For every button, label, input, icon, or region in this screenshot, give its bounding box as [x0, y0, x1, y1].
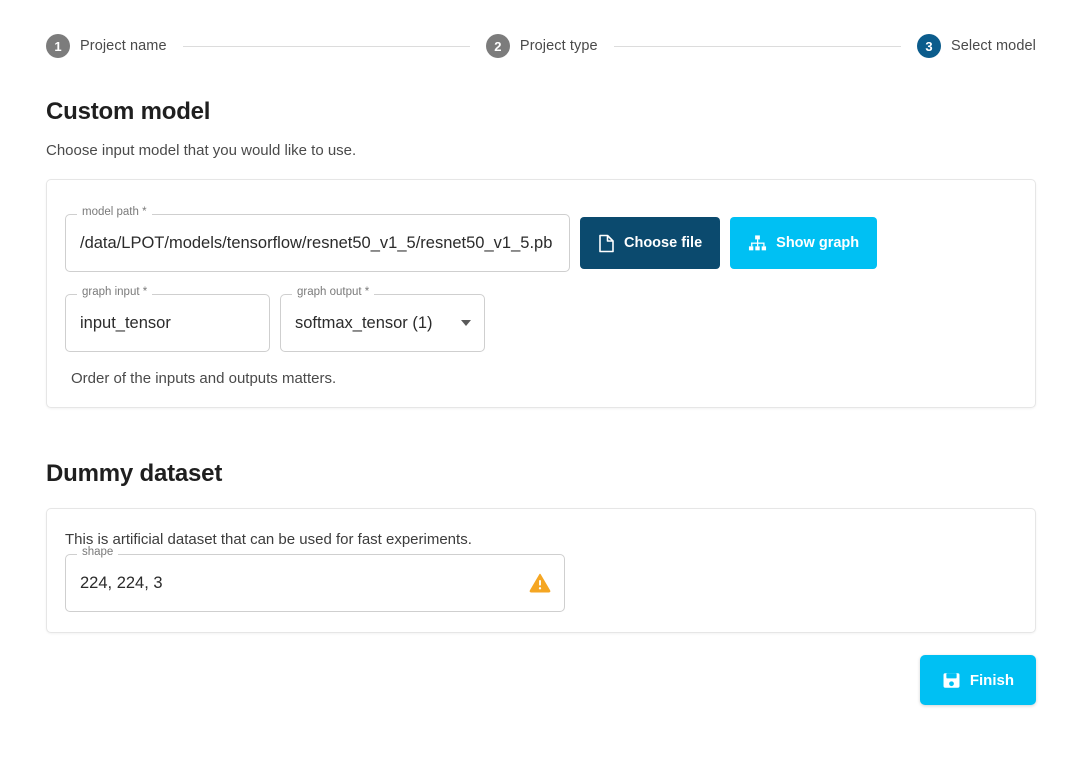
wizard-stepper: 1 Project name 2 Project type 3 Select m… — [0, 0, 1082, 58]
model-path-row: model path * /data/LPOT/models/tensorflo… — [65, 202, 1017, 272]
graph-input-field[interactable]: graph input * input_tensor — [65, 286, 270, 352]
choose-file-label: Choose file — [624, 235, 703, 251]
shape-row: shape 224, 224, 3 — [65, 546, 1017, 612]
account-tree-icon — [748, 234, 767, 253]
dummy-dataset-title: Dummy dataset — [46, 460, 223, 487]
chevron-down-icon[interactable] — [461, 320, 471, 326]
step-label: Project name — [80, 38, 167, 54]
graph-output-select[interactable]: graph output * softmax_tensor (1) — [280, 286, 485, 352]
model-path-value: /data/LPOT/models/tensorflow/resnet50_v1… — [80, 233, 553, 252]
step-number-badge: 3 — [916, 34, 941, 58]
warning-triangle-icon — [529, 572, 551, 594]
graph-io-row: graph input * input_tensor graph output … — [65, 286, 1017, 352]
wizard-footer: Finish — [0, 633, 1082, 705]
stepper-connector — [182, 45, 470, 47]
stepper-step-select-model[interactable]: 3 Select model — [916, 34, 1036, 58]
graph-output-value: softmax_tensor (1) — [295, 313, 433, 332]
step-label: Select model — [950, 38, 1036, 54]
step-number-badge: 2 — [485, 34, 510, 58]
custom-model-title: Custom model — [46, 98, 211, 125]
shape-label: shape — [77, 546, 119, 559]
show-graph-label: Show graph — [776, 235, 860, 251]
graph-input-value: input_tensor — [80, 313, 171, 332]
graph-io-helper-text: Order of the inputs and outputs matters. — [71, 370, 337, 387]
dummy-dataset-card: This is artificial dataset that can be u… — [46, 508, 1036, 633]
finish-label: Finish — [969, 671, 1014, 689]
finish-button[interactable]: Finish — [919, 655, 1036, 705]
stepper-step-project-type[interactable]: 2 Project type — [485, 34, 598, 58]
model-path-field[interactable]: model path * /data/LPOT/models/tensorflo… — [65, 206, 570, 272]
show-graph-button[interactable]: Show graph — [730, 217, 878, 269]
stepper-step-project-name[interactable]: 1 Project name — [46, 34, 167, 58]
stepper-connector — [613, 45, 901, 47]
custom-model-card: model path * /data/LPOT/models/tensorflo… — [46, 179, 1036, 408]
graph-input-label: graph input * — [77, 286, 153, 299]
choose-file-button[interactable]: Choose file — [580, 217, 721, 269]
dummy-dataset-description: This is artificial dataset that can be u… — [65, 531, 472, 548]
save-icon — [942, 671, 961, 690]
graph-output-label: graph output * — [292, 286, 375, 299]
model-path-label: model path * — [77, 206, 152, 219]
custom-model-description: Choose input model that you would like t… — [46, 142, 357, 159]
step-number-badge: 1 — [46, 34, 70, 58]
shape-value: 224, 224, 3 — [80, 573, 163, 592]
file-icon — [598, 234, 615, 253]
step-label: Project type — [519, 38, 598, 54]
shape-field[interactable]: shape 224, 224, 3 — [65, 546, 565, 612]
